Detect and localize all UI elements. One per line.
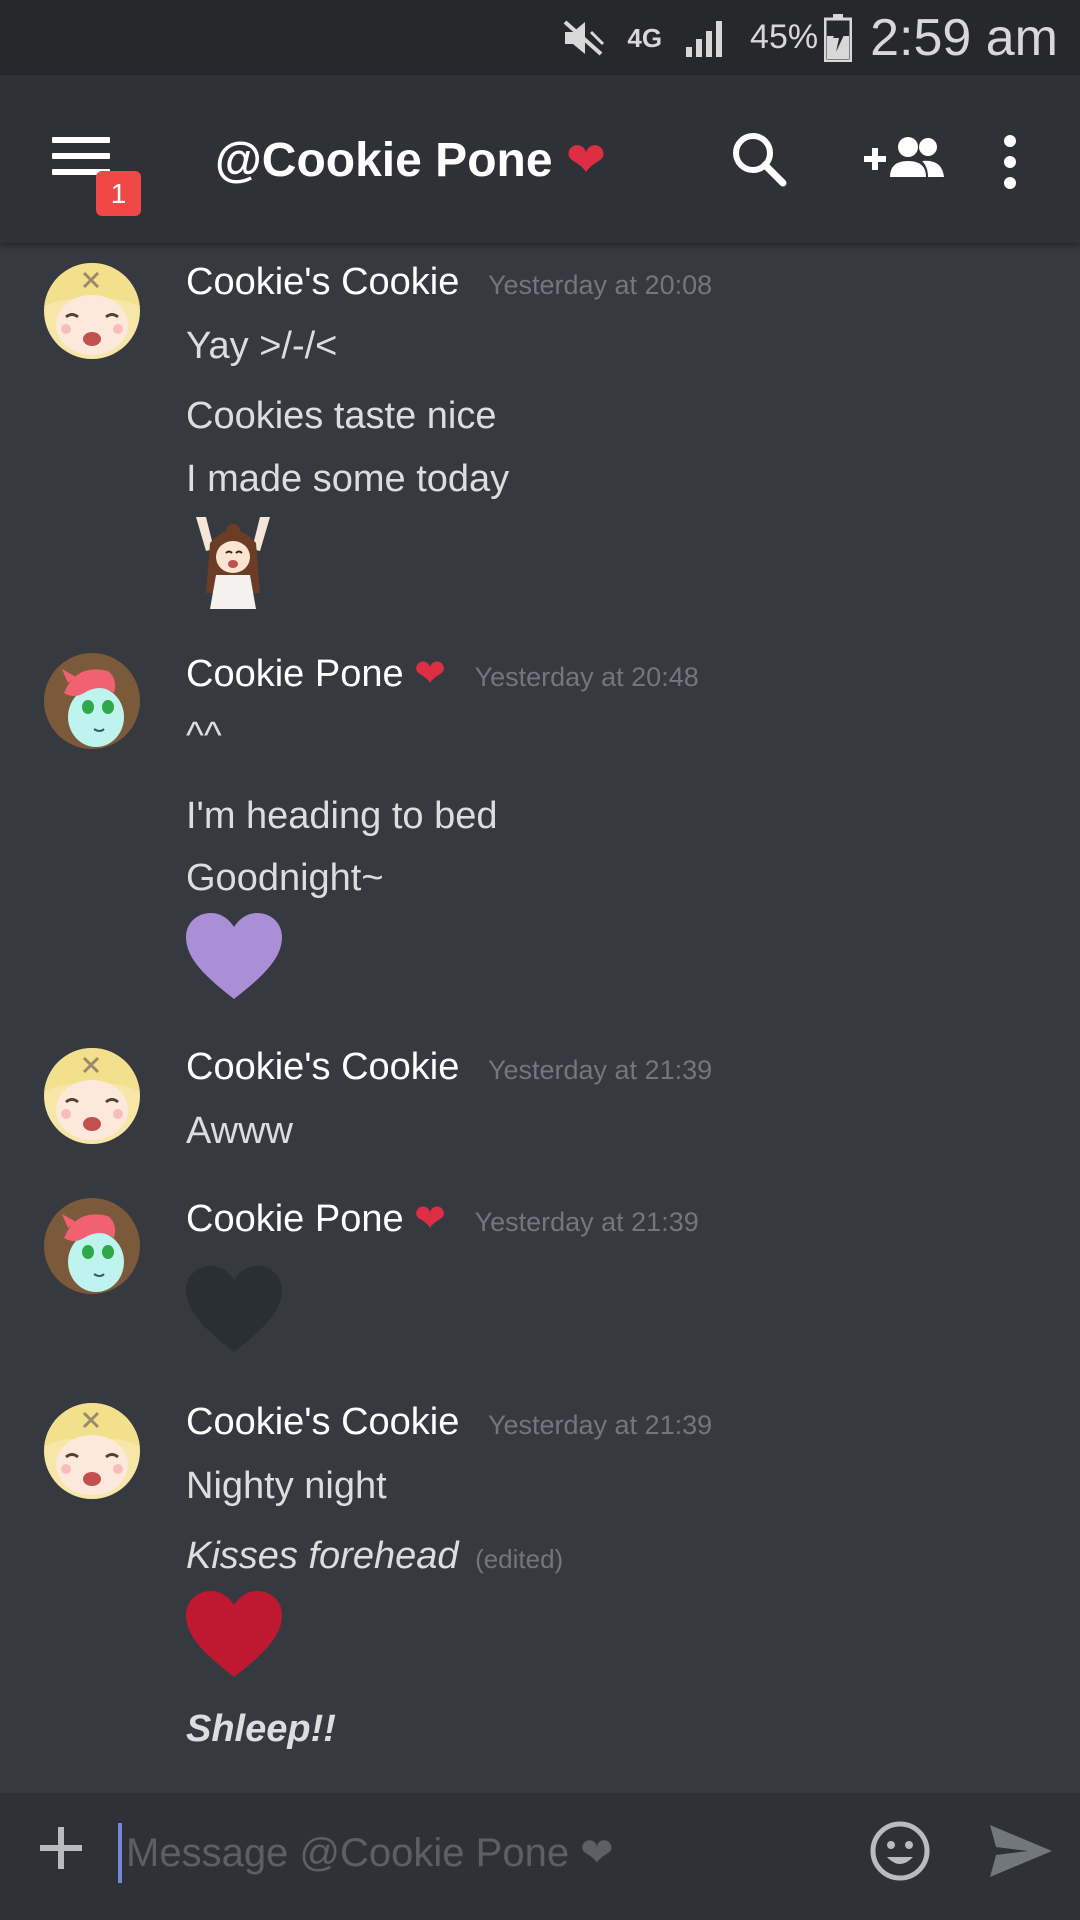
avatar-cookies-cookie[interactable] bbox=[44, 263, 140, 359]
message-author[interactable]: Cookie's Cookie Yesterday at 21:39 bbox=[186, 1401, 712, 1444]
status-bar: 4G 45% 2:59 am bbox=[0, 0, 1080, 75]
message-text: Goodnight~ bbox=[186, 857, 384, 899]
emoji-picker-icon[interactable] bbox=[868, 1819, 932, 1883]
message-timestamp: Yesterday at 20:08 bbox=[487, 270, 713, 300]
cheering-girl-emoji bbox=[188, 513, 278, 613]
message-group: Cookie's Cookie Yesterday at 21:39 Night… bbox=[0, 1383, 1080, 1793]
italic-text: Kisses forehead bbox=[186, 1535, 459, 1577]
message-list[interactable]: Cookie's Cookie Yesterday at 20:08 Yay >… bbox=[0, 243, 1080, 1793]
message-text: Cookies taste nice bbox=[186, 395, 497, 437]
send-icon[interactable] bbox=[988, 1821, 1054, 1881]
message-text: Yay >/-/< bbox=[186, 325, 338, 367]
author-name: Cookie Pone bbox=[186, 1198, 404, 1240]
avatar-cookies-cookie[interactable] bbox=[44, 1048, 140, 1144]
menu-icon-bar bbox=[52, 137, 110, 143]
author-name: Cookie Pone bbox=[186, 653, 404, 695]
signal-icon bbox=[684, 17, 728, 59]
notification-badge: 1 bbox=[96, 171, 141, 216]
message-text: I'm heading to bed bbox=[186, 795, 498, 837]
message-text-italic: Kisses forehead (edited) bbox=[186, 1535, 563, 1578]
edited-label: (edited) bbox=[475, 1544, 564, 1574]
message-author[interactable]: Cookie Pone ❤ Yesterday at 21:39 bbox=[186, 1196, 699, 1241]
message-author[interactable]: Cookie Pone ❤ Yesterday at 20:48 bbox=[186, 651, 699, 696]
message-group: Cookie's Cookie Yesterday at 21:39 Awww bbox=[0, 1028, 1080, 1178]
message-text: ^^ bbox=[186, 715, 222, 757]
message-group: Cookie Pone ❤ Yesterday at 20:48 ^^ I'm … bbox=[0, 633, 1080, 1028]
battery-percent: 45% bbox=[750, 18, 819, 56]
channel-title-text: @Cookie Pone bbox=[215, 134, 553, 187]
message-author[interactable]: Cookie's Cookie Yesterday at 20:08 bbox=[186, 261, 712, 304]
black-heart-emoji bbox=[186, 1266, 282, 1354]
add-friend-icon[interactable] bbox=[860, 125, 950, 195]
avatar-cookie-pone[interactable] bbox=[44, 653, 140, 749]
message-timestamp: Yesterday at 21:39 bbox=[487, 1055, 713, 1085]
battery-icon bbox=[824, 13, 853, 62]
heart-emoji: ❤ bbox=[565, 134, 607, 187]
message-group: Cookie's Cookie Yesterday at 20:08 Yay >… bbox=[0, 243, 1080, 633]
author-name: Cookie's Cookie bbox=[186, 1401, 460, 1443]
channel-title[interactable]: @Cookie Pone ❤ bbox=[215, 132, 606, 188]
heart-emoji: ❤ bbox=[414, 1198, 446, 1240]
more-vertical-icon[interactable] bbox=[1000, 135, 1020, 191]
kebab-dot bbox=[1004, 135, 1016, 147]
message-timestamp: Yesterday at 21:39 bbox=[474, 1207, 699, 1237]
message-input[interactable] bbox=[118, 1823, 838, 1883]
kebab-dot bbox=[1004, 177, 1016, 189]
search-icon[interactable] bbox=[725, 125, 795, 195]
author-name: Cookie's Cookie bbox=[186, 261, 460, 303]
mute-icon bbox=[561, 18, 605, 58]
purple-heart-emoji bbox=[186, 913, 282, 1001]
app-header: 1 @Cookie Pone ❤ bbox=[0, 75, 1080, 243]
message-text: Awww bbox=[186, 1110, 293, 1152]
message-group: Cookie Pone ❤ Yesterday at 21:39 bbox=[0, 1178, 1080, 1383]
message-timestamp: Yesterday at 20:48 bbox=[474, 662, 699, 692]
network-indicator: 4G bbox=[627, 22, 663, 53]
heart-emoji: ❤ bbox=[414, 653, 446, 695]
message-text: Nighty night bbox=[186, 1465, 387, 1507]
author-name: Cookie's Cookie bbox=[186, 1046, 460, 1088]
add-attachment-icon[interactable] bbox=[36, 1823, 86, 1873]
message-author[interactable]: Cookie's Cookie Yesterday at 21:39 bbox=[186, 1046, 712, 1089]
avatar-cookie-pone[interactable] bbox=[44, 1198, 140, 1294]
message-text-bold-italic: Shleep!! bbox=[186, 1708, 336, 1750]
clock: 2:59 am bbox=[870, 8, 1058, 67]
message-text: I made some today bbox=[186, 458, 510, 500]
network-label: 4G bbox=[627, 22, 663, 53]
message-timestamp: Yesterday at 21:39 bbox=[487, 1410, 713, 1440]
red-heart-emoji bbox=[186, 1591, 282, 1679]
message-composer bbox=[0, 1793, 1080, 1920]
avatar-cookies-cookie[interactable] bbox=[44, 1403, 140, 1499]
menu-icon-bar bbox=[52, 153, 110, 159]
kebab-dot bbox=[1004, 156, 1016, 168]
